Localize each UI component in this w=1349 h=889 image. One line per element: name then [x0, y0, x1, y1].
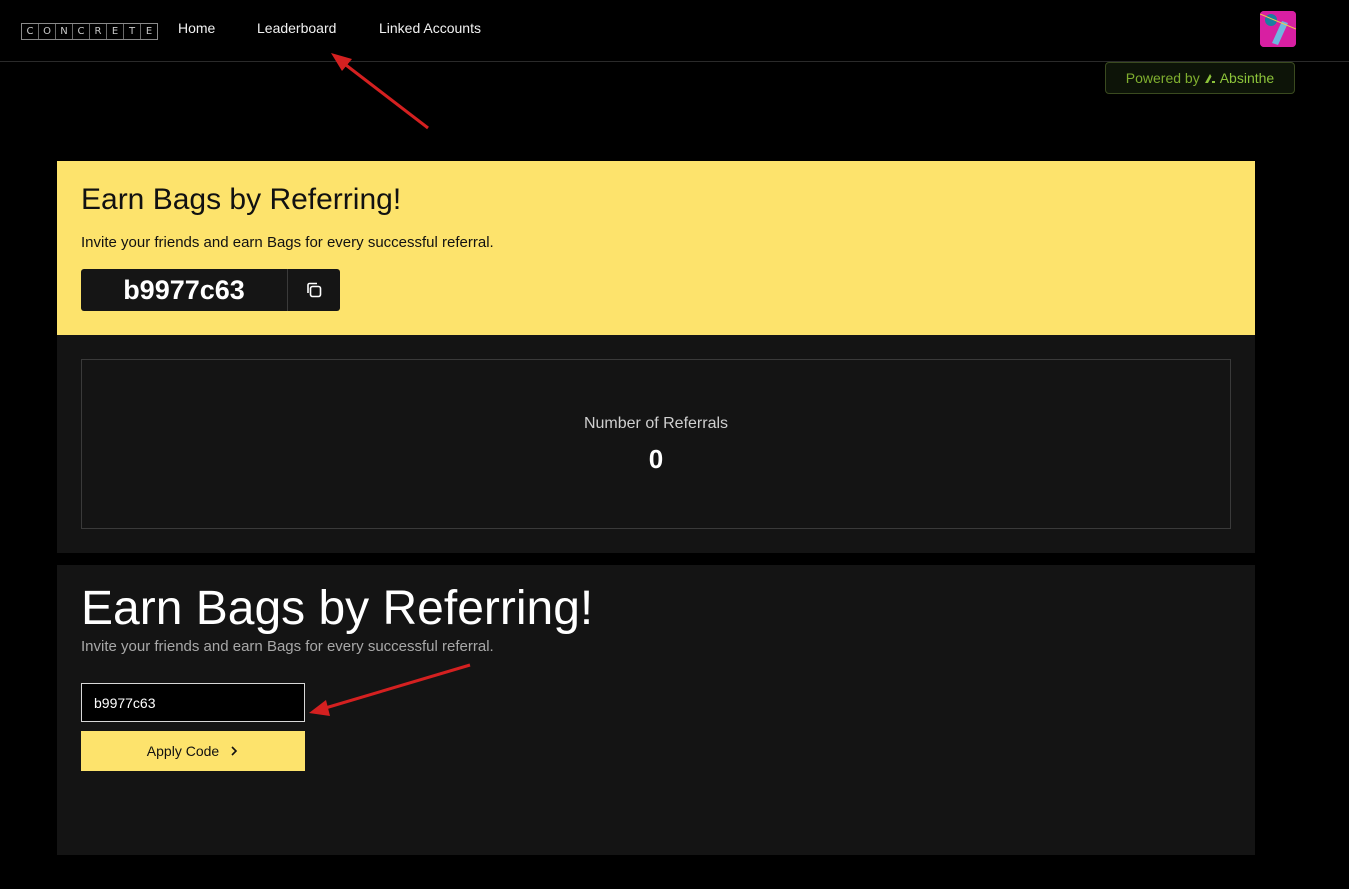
logo-letter: E	[107, 24, 124, 39]
stats-section: Number of Referrals 0	[57, 335, 1255, 553]
logo-letter: R	[90, 24, 107, 39]
powered-by-label: Powered by	[1125, 70, 1200, 86]
referral-hero-card: Earn Bags by Referring! Invite your frie…	[57, 161, 1255, 335]
referral-count-card: Number of Referrals 0	[81, 359, 1231, 529]
apply-code-section: Earn Bags by Referring! Invite your frie…	[57, 565, 1255, 855]
nav-link-home[interactable]: Home	[178, 20, 215, 36]
top-nav: C O N C R E T E Home Leaderboard Linked …	[0, 0, 1349, 62]
copy-icon	[307, 282, 322, 298]
avatar-icon	[1260, 11, 1296, 47]
absinthe-logo-icon	[1204, 74, 1215, 83]
referral-count-value: 0	[648, 444, 664, 474]
apply-subtitle: Invite your friends and earn Bags for ev…	[81, 638, 494, 655]
apply-code-label: Apply Code	[146, 743, 220, 759]
referral-code-box: b9977c63	[81, 269, 340, 311]
logo-letter: O	[39, 24, 56, 39]
hero-subtitle: Invite your friends and earn Bags for ev…	[81, 234, 494, 251]
apply-code-button[interactable]: Apply Code	[81, 731, 305, 771]
referral-code-input[interactable]	[81, 683, 305, 722]
copy-code-button[interactable]	[288, 269, 340, 311]
apply-title: Earn Bags by Referring!	[81, 582, 594, 635]
powered-by-badge[interactable]: Powered by Absinthe	[1105, 62, 1295, 94]
chevron-right-icon	[231, 746, 238, 756]
concrete-logo[interactable]: C O N C R E T E	[21, 23, 158, 40]
referral-count-label: Number of Referrals	[583, 415, 729, 432]
annotation-arrow-leaderboard	[331, 53, 429, 130]
logo-letter: T	[124, 24, 141, 39]
nav-link-linked-accounts[interactable]: Linked Accounts	[379, 20, 481, 36]
logo-letter: C	[73, 24, 90, 39]
logo-letter: N	[56, 24, 73, 39]
nav-link-leaderboard[interactable]: Leaderboard	[257, 20, 336, 36]
powered-by-brand: Absinthe	[1219, 70, 1275, 86]
hero-title: Earn Bags by Referring!	[81, 183, 402, 216]
logo-letter: E	[145, 26, 153, 37]
referral-code: b9977c63	[81, 269, 288, 311]
user-avatar[interactable]	[1260, 11, 1296, 47]
logo-letter: C	[22, 24, 39, 39]
